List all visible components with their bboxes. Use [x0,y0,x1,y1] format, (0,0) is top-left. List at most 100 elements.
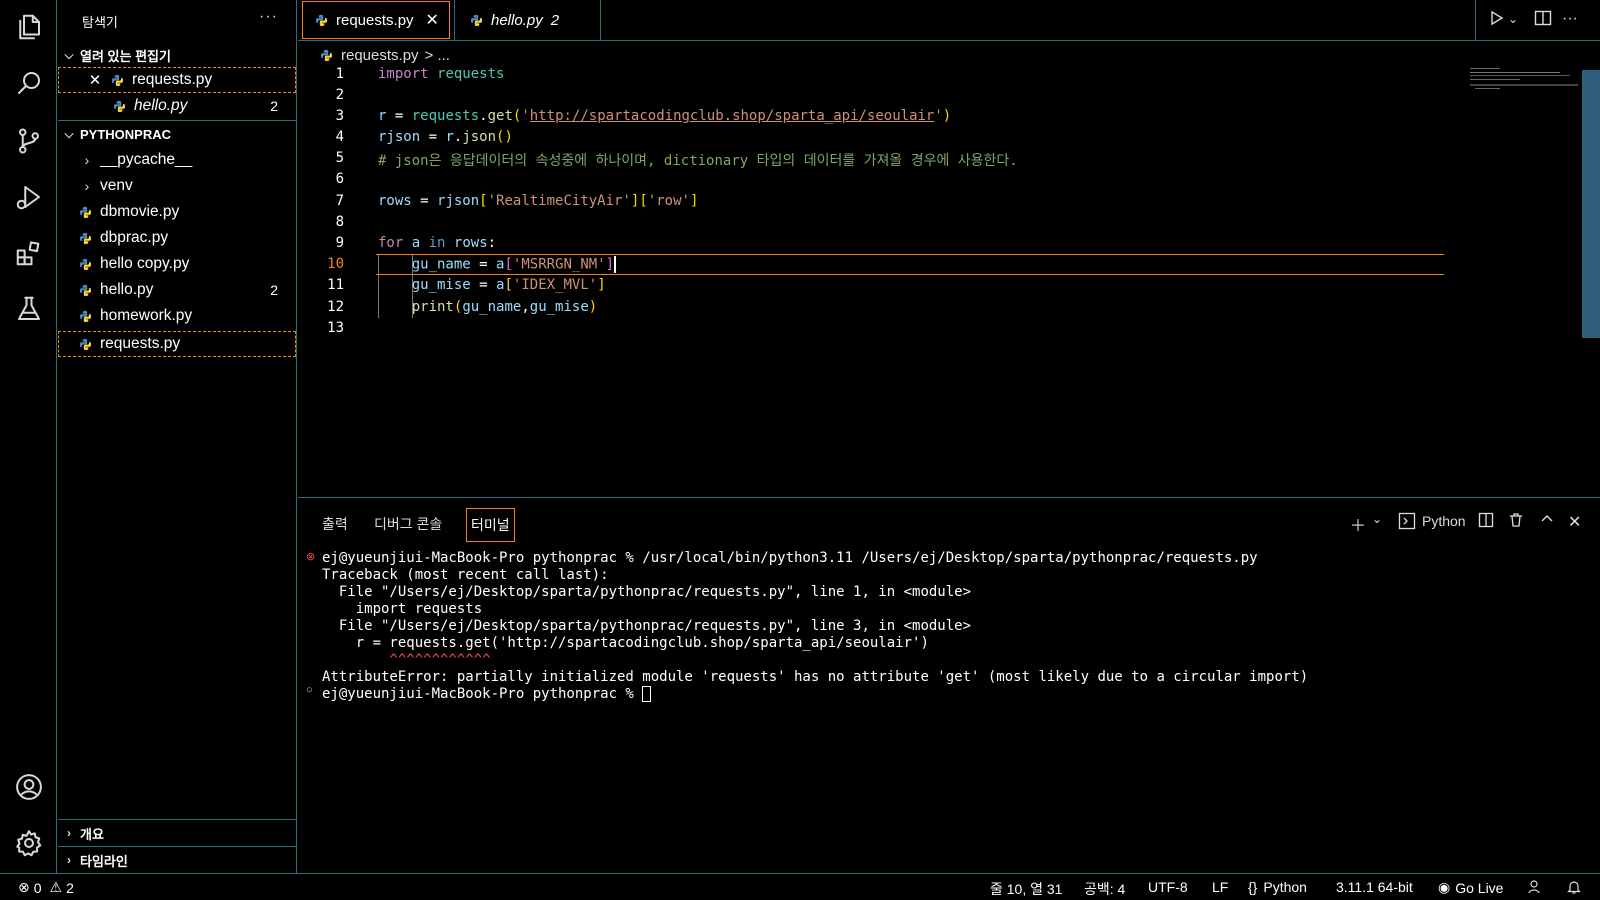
run-debug-icon[interactable] [12,180,46,214]
activity-bar [0,0,57,873]
tab-terminal[interactable]: 터미널 [466,508,515,542]
open-editors-header[interactable]: ⌵ 열려 있는 편집기 [58,43,296,67]
cursor-position[interactable]: 줄 10, 열 31 [990,879,1062,899]
file-item-hello-copy[interactable]: hello copy.py [58,251,296,277]
terminal-line: File "/Users/ej/Desktop/sparta/pythonpra… [322,618,972,634]
encoding[interactable]: UTF-8 [1148,879,1188,895]
code-string: 'MSRRGN_NM' [512,256,606,273]
line-number: 11 [327,277,344,293]
open-editor-item-hello[interactable]: hello.py 2 [58,93,296,119]
folder-header-pythonprac[interactable]: ⌵ PYTHONPRAC [58,122,296,146]
line-number-current: 10 [327,256,344,272]
file-name: requests.py [100,335,181,352]
code-editor[interactable]: 1 2 3 4 5 6 7 8 9 10 11 12 13 import req… [298,64,1580,489]
search-icon[interactable] [12,66,46,100]
bottom-panel: 출력 디버그 콘솔 터미널 ＋ ⌄ Python ✕ ⊗ ○ ej@yueunj… [298,497,1600,873]
run-python-icon[interactable] [1488,10,1504,31]
testing-icon[interactable] [12,292,46,326]
chevron-down-icon[interactable]: ⌄ [1508,12,1518,26]
python-interpreter[interactable]: 3.11.1 64-bit [1336,879,1413,895]
tab-hello[interactable]: hello.py 2 [458,0,571,40]
close-icon[interactable]: ✕ [80,71,110,89]
open-editor-item-requests[interactable]: ✕ requests.py [58,67,296,93]
outline-header[interactable]: › 개요 [58,821,296,845]
terminal-line: r = requests.get('http://spartacodingclu… [322,635,929,651]
explorer-more-icon[interactable]: ··· [259,8,278,26]
language-mode[interactable]: {} Python [1248,879,1307,895]
feedback-icon[interactable] [1528,879,1544,895]
split-terminal-icon[interactable] [1478,512,1494,528]
more-actions-icon[interactable]: ··· [1562,10,1578,28]
notifications-bell-icon[interactable] [1566,879,1582,895]
folder-name: __pycache__ [100,151,193,168]
file-item-dbmovie[interactable]: dbmovie.py [58,199,296,225]
split-editor-icon[interactable] [1534,10,1552,31]
terminal-prompt: ej@yueunjiui-MacBook-Pro pythonprac % [322,686,643,702]
problems-indicator[interactable]: ⊗ 0 ⚠ 2 [18,879,74,896]
close-icon[interactable]: ✕ [426,10,439,30]
file-item-requests[interactable]: requests.py [58,331,296,357]
tab-debug-console[interactable]: 디버그 콘솔 [370,508,446,540]
shell-label: Python [1422,513,1466,529]
file-item-homework[interactable]: homework.py [58,303,296,329]
error-circle-icon[interactable]: ⊗ [306,550,315,563]
indentation[interactable]: 공백: 4 [1084,879,1125,899]
python-file-icon [78,283,92,297]
warning-count: 2 [66,879,74,896]
extensions-icon[interactable] [12,236,46,270]
outline-label: 개요 [80,826,104,842]
code-line-10: gu_name = a['MSRRGN_NM'] [411,256,617,273]
breadcrumb-file[interactable]: requests.py [341,47,419,64]
python-file-icon [470,14,483,27]
new-terminal-icon[interactable]: ＋ [1350,512,1366,536]
breadcrumb-rest[interactable]: > ... [425,47,450,64]
tab-requests[interactable]: requests.py ✕ [302,1,450,39]
explorer-title: 탐색기 [82,15,118,30]
python-file-icon [78,231,92,245]
folder-item-pycache[interactable]: › __pycache__ [58,147,296,173]
terminal-prompt-line: ej@yueunjiui-MacBook-Pro pythonprac % [322,686,1308,703]
section-divider [58,819,296,820]
explorer-icon[interactable] [12,10,46,44]
source-control-icon[interactable] [12,124,46,158]
timeline-header[interactable]: › 타임라인 [58,848,296,872]
braces-icon: {} [1248,879,1258,895]
go-live-button[interactable]: ◉ Go Live [1438,879,1503,896]
file-item-hello[interactable]: hello.py 2 [58,277,296,303]
end-of-line[interactable]: LF [1212,879,1228,895]
broadcast-icon: ◉ [1438,879,1451,895]
file-item-dbprac[interactable]: dbprac.py [58,225,296,251]
python-file-icon [315,14,328,27]
minimap[interactable] [1470,66,1580,96]
circle-icon[interactable]: ○ [306,684,313,696]
code-url[interactable]: http://spartacodingclub.shop/sparta_api/… [530,108,935,124]
terminal-shell-selector[interactable]: Python [1398,512,1466,530]
error-count: 0 [33,879,42,896]
settings-gear-icon[interactable] [12,826,46,860]
python-file-icon [112,99,126,113]
problem-count-badge: 2 [270,98,278,114]
account-icon[interactable] [12,770,46,804]
language-label: Python [1263,879,1307,895]
folder-name: venv [100,177,133,194]
folder-item-venv[interactable]: › venv [58,173,296,199]
terminal-error-marker: ^^^^^^^^^^^^ [322,652,491,668]
file-name: dbmovie.py [100,203,180,220]
file-name: homework.py [100,307,193,324]
open-editors-label: 열려 있는 편집기 [80,48,171,64]
chevron-down-icon[interactable]: ⌄ [1372,512,1382,526]
terminal-output[interactable]: ej@yueunjiui-MacBook-Pro pythonprac % /u… [322,550,1308,703]
editor-scrollbar[interactable] [1582,70,1600,338]
close-panel-icon[interactable]: ✕ [1568,512,1581,532]
terminal-cursor [642,686,652,702]
maximize-panel-icon[interactable] [1540,512,1554,526]
line-number: 5 [335,150,344,166]
open-editor-name: requests.py [132,71,213,88]
chevron-down-icon: ⌵ [64,126,74,141]
file-name: hello copy.py [100,255,190,272]
terminal-line: Traceback (most recent call last): [322,567,609,583]
chevron-right-icon: › [67,826,71,840]
code-string: 'RealtimeCityAir' [487,193,631,209]
tab-output[interactable]: 출력 [318,508,352,540]
trash-icon[interactable] [1508,512,1524,528]
